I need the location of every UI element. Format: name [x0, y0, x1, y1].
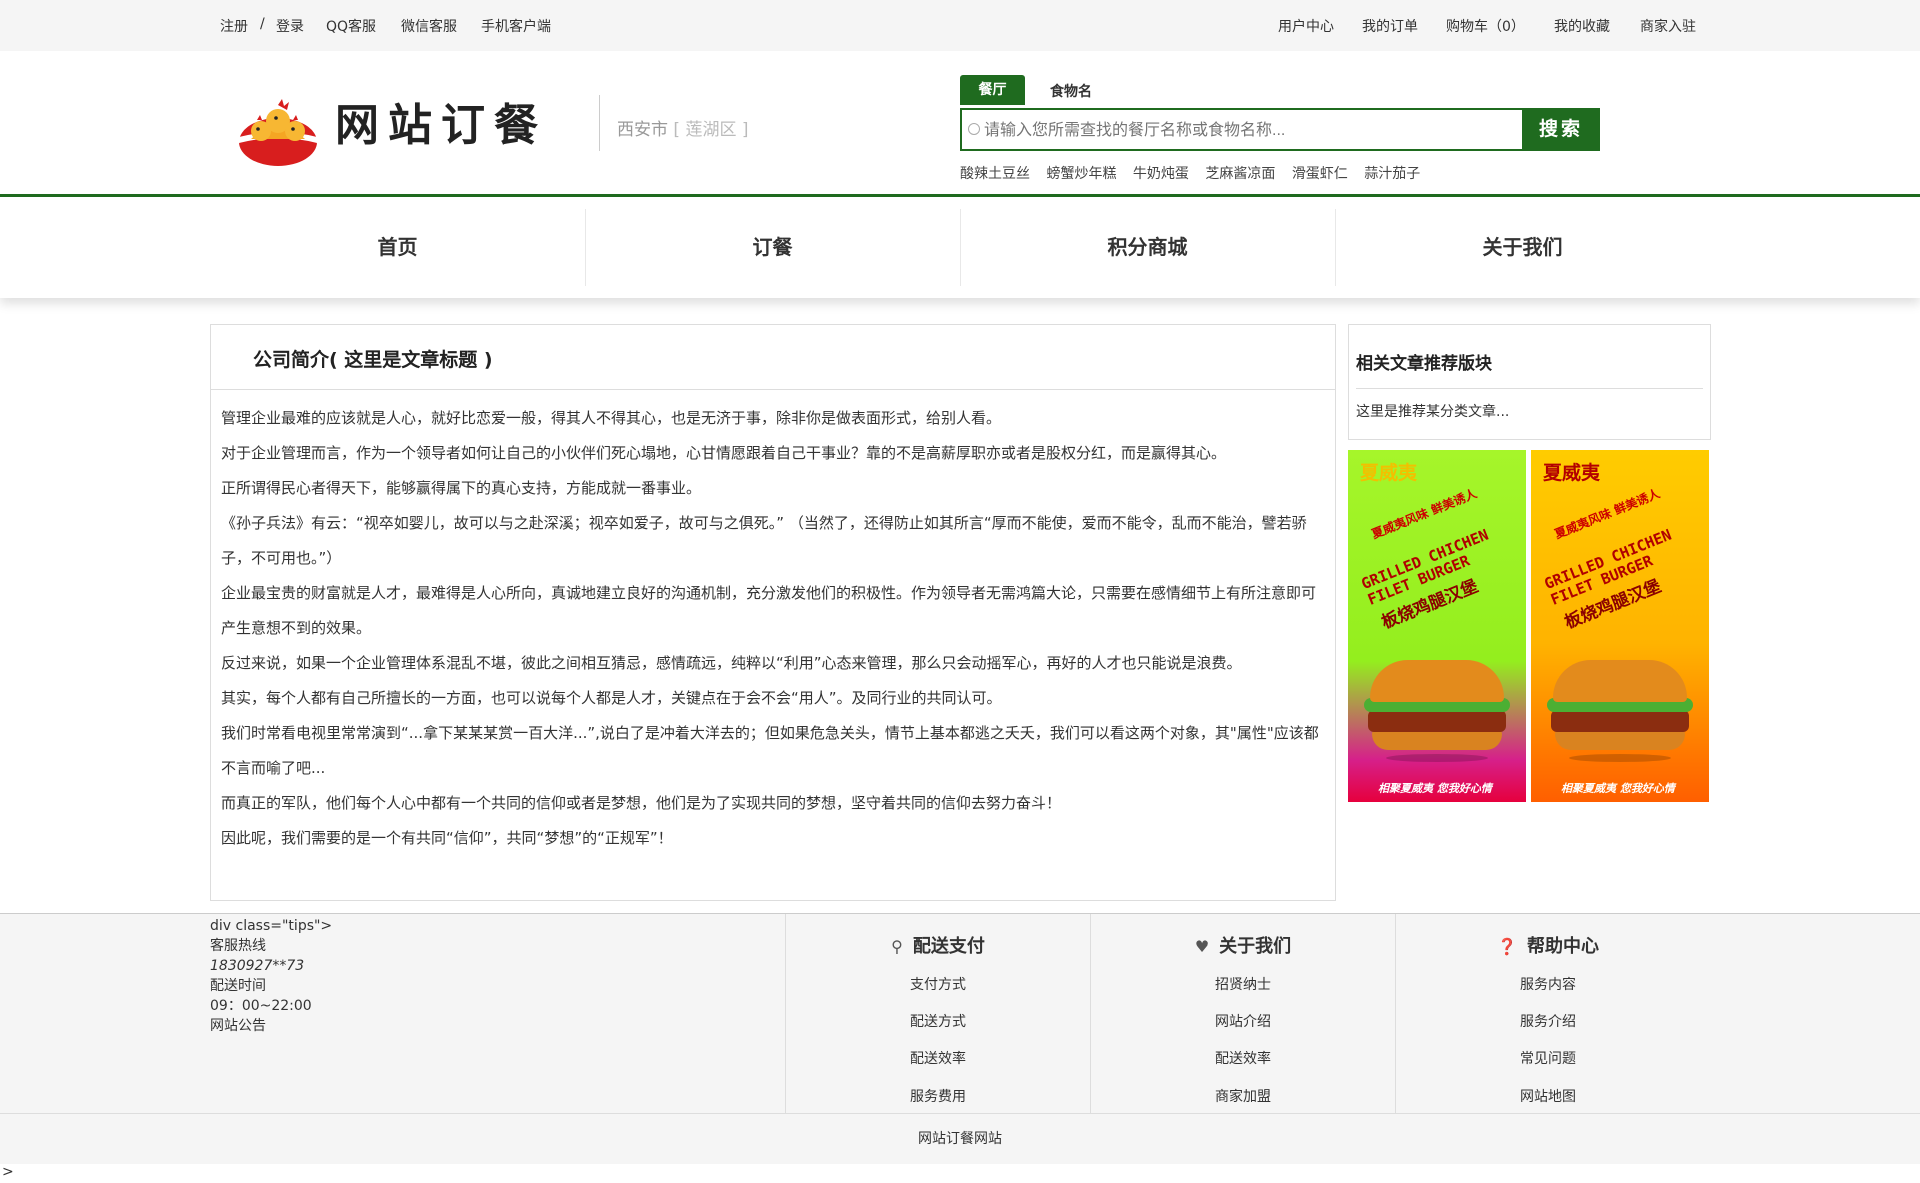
delivery-hours-label: 配送时间	[210, 978, 266, 994]
service-tips: div class="tips"> 客服热线 1830927**73 配送时间 …	[210, 916, 332, 1036]
chicken-logo-icon[interactable]	[237, 87, 319, 167]
footer-column-delivery: ⚲ 配送支付 支付方式 配送方式 配送效率 服务费用	[785, 914, 1090, 1114]
footer-link[interactable]: 配送效率	[1091, 1048, 1395, 1068]
nav-points-mall[interactable]: 积分商城	[960, 197, 1335, 298]
related-articles-title: 相关文章推荐版块	[1356, 354, 1492, 374]
bicycle-icon: ⚲	[891, 937, 903, 956]
footer-link[interactable]: 配送效率	[786, 1048, 1090, 1068]
ad-brand: 夏威夷	[1360, 462, 1418, 484]
wechat-service-link[interactable]: 微信客服	[401, 16, 457, 36]
footer-column-title: 帮助中心	[1526, 936, 1599, 957]
hot-word-link[interactable]: 牛奶炖蛋	[1133, 166, 1189, 182]
footer-link[interactable]: 服务费用	[786, 1086, 1090, 1106]
article-paragraph: 因此呢，我们需要的是一个有共同“信仰”，共同“梦想”的“正规军”！	[221, 829, 673, 847]
related-articles-panel: 相关文章推荐版块 这里是推荐某分类文章...	[1348, 324, 1711, 440]
user-center-link[interactable]: 用户中心	[1278, 16, 1334, 36]
header-divider	[599, 95, 600, 151]
article-paragraph: 《孙子兵法》有云：“视卒如婴儿，故可以与之赴深溪；视卒如爱子，故可与之俱死。” …	[221, 514, 1307, 567]
footer-link[interactable]: 配送方式	[786, 1011, 1090, 1031]
article-paragraph: 管理企业最难的应该就是人心，就好比恋爱一般，得其人不得其心，也是无济于事，除非你…	[221, 409, 1002, 427]
burger-ad-banner[interactable]: 夏威夷 夏威夷风味 鲜美诱人 GRILLED CHICHEN FILET BUR…	[1531, 450, 1709, 802]
burger-image	[1545, 660, 1695, 762]
footer-link[interactable]: 网站介绍	[1091, 1011, 1395, 1031]
nav-about-us[interactable]: 关于我们	[1335, 197, 1710, 298]
footer-column-about: ♥ 关于我们 招贤纳士 网站介绍 配送效率 商家加盟	[1090, 914, 1395, 1114]
nav-home[interactable]: 首页	[210, 197, 585, 298]
tab-restaurant[interactable]: 餐厅	[960, 75, 1025, 105]
footer-link[interactable]: 商家加盟	[1091, 1086, 1395, 1106]
cart-link[interactable]: 购物车（0）	[1446, 16, 1525, 36]
header: 网站订餐 西安市 [ 莲湖区 ] 餐厅 食物名 搜索 酸辣土豆丝 螃蟹炒年糕 牛…	[0, 51, 1920, 197]
main-nav: 首页 订餐 积分商城 关于我们	[0, 197, 1920, 298]
footer-column-title: 配送支付	[912, 936, 985, 957]
city-name: 西安市	[617, 120, 668, 140]
stray-markup-text: div class="tips">	[210, 918, 333, 934]
hotline-number: 1830927**73	[210, 958, 305, 974]
hot-word-link[interactable]: 酸辣土豆丝	[960, 166, 1030, 182]
hot-search-words: 酸辣土豆丝 螃蟹炒年糕 牛奶炖蛋 芝麻酱凉面 滑蛋虾仁 蒜汁茄子	[960, 163, 1432, 183]
article-panel: 公司简介( 这里是文章标题 ) 管理企业最难的应该就是人心，就好比恋爱一般，得其…	[210, 324, 1336, 901]
search-icon	[968, 123, 980, 135]
footer-column-help: ❓ 帮助中心 服务内容 服务介绍 常见问题 网站地图	[1395, 914, 1700, 1114]
ad-footer-slogan: 相聚夏威夷 您我好心情	[1378, 782, 1492, 795]
site-notice-link[interactable]: 网站公告	[210, 1016, 332, 1036]
ad-brand: 夏威夷	[1543, 462, 1601, 484]
article-paragraph: 正所谓得民心者得天下，能够赢得属下的真心支持，方能成就一番事业。	[221, 479, 702, 497]
article-paragraph: 反过来说，如果一个企业管理体系混乱不堪，彼此之间相互猜忌，感情疏远，纯粹以“利用…	[221, 654, 1242, 672]
tab-food-name[interactable]: 食物名	[1050, 81, 1092, 101]
article-paragraph: 而真正的军队，他们每个人心中都有一个共同的信仰或者是梦想，他们是为了实现共同的梦…	[221, 794, 1062, 812]
footer-link[interactable]: 支付方式	[786, 974, 1090, 994]
footer-link[interactable]: 网站地图	[1396, 1086, 1700, 1106]
district-name: [ 莲湖区 ]	[673, 120, 749, 140]
my-orders-link[interactable]: 我的订单	[1362, 16, 1418, 36]
heart-icon: ♥	[1194, 937, 1210, 956]
burger-ad-banner[interactable]: 夏威夷 夏威夷风味 鲜美诱人 GRILLED CHICHEN FILET BUR…	[1348, 450, 1526, 802]
merchant-join-link[interactable]: 商家入驻	[1640, 16, 1696, 36]
footer-link[interactable]: 服务介绍	[1396, 1011, 1700, 1031]
article-paragraph: 其实，每个人都有自己所擅长的一方面，也可以说每个人都是人才，关键点在于会不会“用…	[221, 689, 1002, 707]
footer-link[interactable]: 招贤纳士	[1091, 974, 1395, 994]
question-icon: ❓	[1497, 937, 1517, 956]
footer: div class="tips"> 客服热线 1830927**73 配送时间 …	[0, 913, 1920, 1114]
login-link[interactable]: 登录	[276, 16, 304, 36]
article-paragraph: 企业最宝贵的财富就是人才，最难得是人心所向，真诚地建立良好的沟通机制，充分激发他…	[221, 584, 1317, 637]
footer-link[interactable]: 常见问题	[1396, 1048, 1700, 1068]
copyright: 网站订餐网站	[0, 1113, 1920, 1164]
hot-word-link[interactable]: 芝麻酱凉面	[1205, 166, 1275, 182]
hot-word-link[interactable]: 螃蟹炒年糕	[1046, 166, 1116, 182]
hotline-label: 客服热线	[210, 938, 266, 954]
logo-text[interactable]: 网站订餐	[335, 89, 547, 153]
footer-column-title: 关于我们	[1219, 936, 1292, 957]
article-body: 管理企业最难的应该就是人心，就好比恋爱一般，得其人不得其心，也是无济于事，除非你…	[221, 401, 1327, 856]
location-selector[interactable]: 西安市 [ 莲湖区 ]	[617, 115, 748, 140]
ad-footer-slogan: 相聚夏威夷 您我好心情	[1561, 782, 1675, 795]
footer-link[interactable]: 服务内容	[1396, 974, 1700, 994]
register-link[interactable]: 注册	[220, 16, 248, 36]
article-paragraph: 对于企业管理而言，作为一个领导者如何让自己的小伙伴们死心塌地，心甘情愿跟着自己干…	[221, 444, 1227, 462]
slash-separator: /	[260, 16, 265, 32]
mobile-client-link[interactable]: 手机客户端	[481, 16, 551, 36]
search-input[interactable]	[982, 110, 1516, 151]
top-bar: 注册 / 登录 QQ客服 微信客服 手机客户端 用户中心 我的订单 购物车（0）…	[0, 0, 1920, 51]
article-paragraph: 我们时常看电视里常常演到“...拿下某某某赏一百大洋...”,说白了是冲着大洋去…	[221, 724, 1319, 777]
hot-word-link[interactable]: 蒜汁茄子	[1364, 166, 1420, 182]
article-title: 公司简介( 这里是文章标题 )	[253, 349, 493, 371]
search-button[interactable]: 搜索	[1522, 108, 1600, 151]
article-divider	[211, 389, 1335, 390]
burger-image	[1362, 660, 1512, 762]
related-article-link[interactable]: 这里是推荐某分类文章...	[1356, 401, 1509, 421]
stray-character: >	[2, 1164, 14, 1180]
favorites-link[interactable]: 我的收藏	[1554, 16, 1610, 36]
hot-word-link[interactable]: 滑蛋虾仁	[1292, 166, 1348, 182]
nav-order[interactable]: 订餐	[585, 197, 960, 298]
search-box	[960, 108, 1524, 151]
related-divider	[1356, 388, 1703, 389]
delivery-hours: 09：00~22:00	[210, 998, 312, 1014]
qq-service-link[interactable]: QQ客服	[326, 16, 376, 36]
